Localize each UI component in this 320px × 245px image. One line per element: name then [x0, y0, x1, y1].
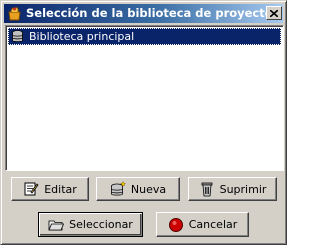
app-icon	[6, 5, 23, 22]
edit-button-label: Editar	[44, 182, 77, 196]
library-selection-dialog: Selección de la biblioteca de proyectos …	[0, 0, 287, 245]
new-database-icon	[110, 180, 127, 197]
database-icon	[11, 30, 24, 43]
list-item-label: Biblioteca principal	[29, 30, 135, 43]
new-button[interactable]: Nueva	[96, 177, 180, 201]
delete-button[interactable]: Suprimir	[188, 177, 277, 201]
stop-icon	[168, 217, 184, 233]
select-button-label: Seleccionar	[69, 218, 133, 231]
delete-button-label: Suprimir	[219, 182, 267, 196]
new-button-label: Nueva	[130, 182, 167, 196]
edit-icon	[23, 181, 39, 197]
select-button[interactable]: Seleccionar	[38, 212, 143, 237]
list-item[interactable]: Biblioteca principal	[8, 28, 281, 45]
close-button[interactable]	[266, 6, 282, 20]
trash-icon	[199, 181, 215, 197]
title-bar[interactable]: Selección de la biblioteca de proyectos	[4, 4, 283, 23]
library-list[interactable]: Biblioteca principal	[5, 25, 284, 171]
folder-icon	[48, 217, 65, 233]
edit-button[interactable]: Editar	[11, 177, 89, 201]
window-title: Selección de la biblioteca de proyectos	[26, 6, 280, 20]
close-icon	[270, 9, 278, 17]
cancel-button[interactable]: Cancelar	[156, 212, 249, 237]
cancel-button-label: Cancelar	[188, 218, 238, 231]
